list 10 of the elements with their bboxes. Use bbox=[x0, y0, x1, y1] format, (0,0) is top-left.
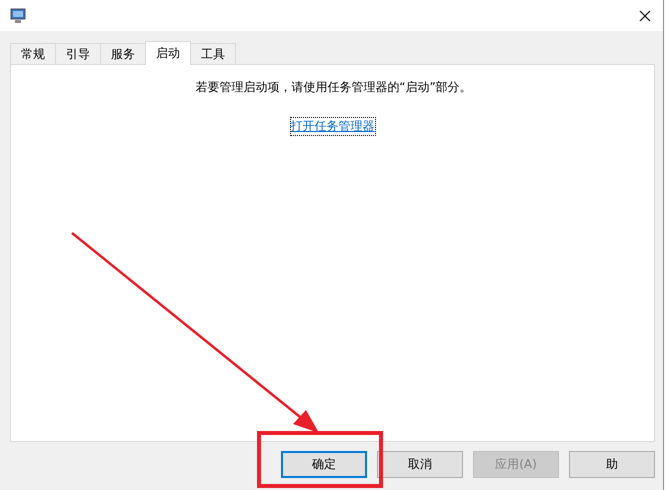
dialog-button[interactable]: 助 bbox=[569, 451, 655, 478]
close-icon[interactable] bbox=[639, 10, 651, 22]
task-manager-link[interactable]: 打开任务管理器 bbox=[290, 118, 374, 135]
monitor-icon bbox=[9, 6, 27, 24]
tab[interactable]: 启动 bbox=[145, 41, 191, 65]
tab[interactable]: 常规 bbox=[10, 43, 56, 64]
startup-message: 若要管理启动项，请使用任务管理器的“启动”部分。 bbox=[195, 79, 472, 96]
dialog-button[interactable]: 取消 bbox=[377, 451, 463, 478]
dialog-button[interactable]: 确定 bbox=[281, 451, 367, 478]
tab[interactable]: 工具 bbox=[190, 43, 236, 64]
